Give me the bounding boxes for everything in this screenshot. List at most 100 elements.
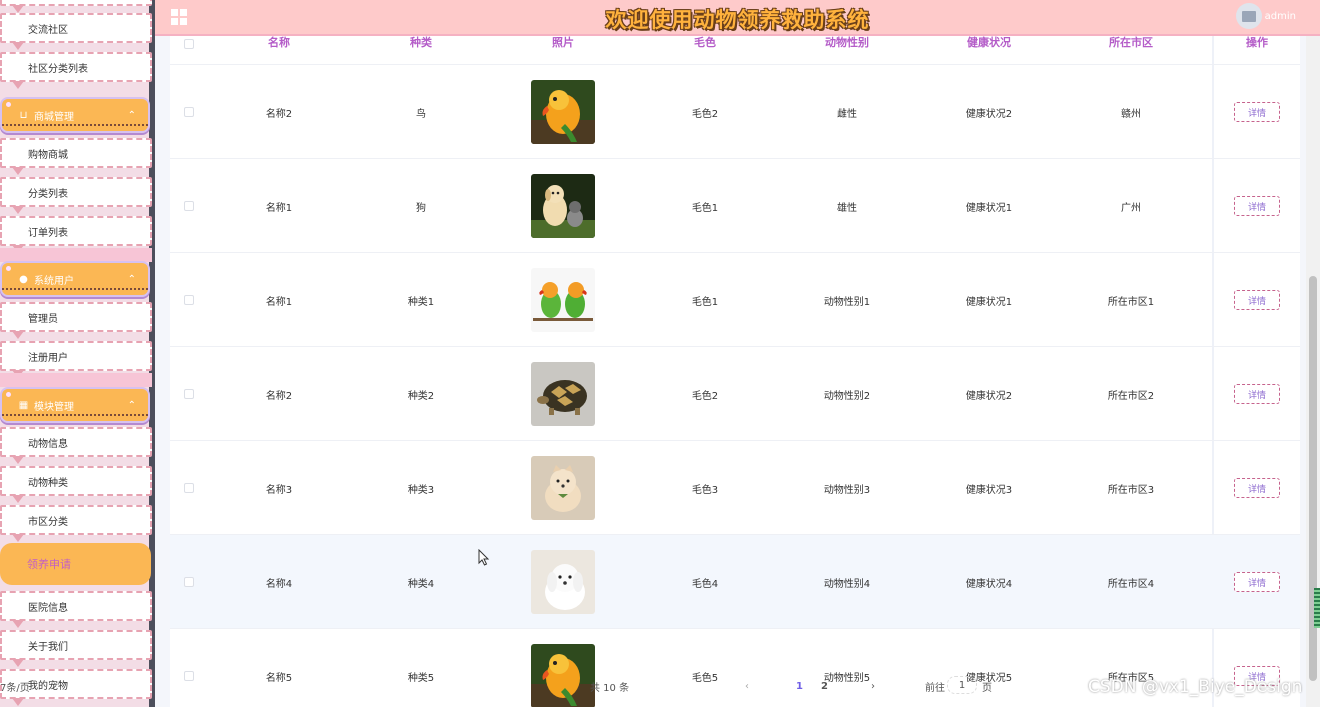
row-checkbox[interactable] [184, 483, 194, 493]
sidebar-group-system-users[interactable]: ● 系统用户 ⌃ [0, 261, 150, 297]
user-name[interactable]: admin [1265, 11, 1296, 22]
sidebar-item-adoption-apply[interactable]: 领养申请 [0, 543, 151, 585]
mouse-cursor-icon [478, 549, 490, 566]
cell-kind: 种类4 [407, 578, 435, 590]
next-page-button[interactable]: › [871, 676, 875, 696]
table-header: 名称 种类 照片 毛色 动物性别 健康状况 所在市区 操作 [170, 36, 1300, 65]
goto-page-input[interactable]: 1 [947, 676, 977, 694]
page-suffix-label: 页 [982, 682, 992, 694]
cell-kind: 种类5 [407, 672, 435, 684]
column-header-kind[interactable]: 种类 [351, 36, 491, 65]
tortoise-photo[interactable] [531, 362, 595, 426]
column-header-health[interactable]: 健康状况 [919, 36, 1059, 65]
row-checkbox[interactable] [184, 107, 194, 117]
detail-button[interactable]: 详情 [1234, 196, 1280, 216]
cell-city: 所在市区2 [1107, 390, 1155, 402]
row-checkbox[interactable] [184, 671, 194, 681]
detail-button[interactable]: 详情 [1234, 102, 1280, 122]
sidebar-item-animal-kind[interactable]: 动物种类 [0, 466, 152, 503]
row-checkbox[interactable] [184, 389, 194, 399]
sidebar-item-label: 交流社区 [28, 24, 68, 36]
sidebar-item-label: 管理员 [28, 313, 58, 325]
image-icon [1242, 10, 1256, 22]
cell-fur: 毛色1 [691, 296, 719, 308]
avatar[interactable] [1236, 3, 1262, 29]
sidebar-item-hospital-info[interactable]: 医院信息 [0, 591, 152, 628]
sidebar-group-label: 模块管理 [34, 401, 74, 413]
sidebar-group-modules[interactable]: ▦ 模块管理 ⌃ [0, 387, 150, 423]
cell-health: 健康状况1 [965, 296, 1013, 308]
puppies-photo[interactable] [531, 174, 595, 238]
page-number-2[interactable]: 2 [821, 676, 828, 696]
sidebar-item-animal-info[interactable]: 动物信息 [0, 427, 152, 464]
detail-button[interactable]: 详情 [1234, 384, 1280, 404]
chevron-up-icon: ⌃ [127, 400, 136, 411]
cell-actions: 详情 [1214, 535, 1300, 629]
page-number-1[interactable]: 1 [796, 676, 803, 696]
sidebar-item-shop-mall[interactable]: 购物商城 [0, 138, 152, 175]
cell-photo [493, 65, 633, 159]
column-header-name[interactable]: 名称 [209, 36, 349, 65]
prev-page-button[interactable]: ‹ [745, 676, 749, 696]
column-header-city[interactable]: 所在市区 [1061, 36, 1201, 65]
select-all-cell [182, 36, 196, 65]
table-row[interactable]: 名称1 种类1 毛色1 动物性别1 健康状况1 所在市区1 详情 [170, 253, 1300, 347]
sidebar-item-label: 分类列表 [28, 188, 68, 200]
maltese-photo[interactable] [531, 550, 595, 614]
sidebar: 交流社区 社区分类列表 ⊔ 商城管理 ⌃ 购物商城 分类列表 订单列表 ● 系统… [0, 0, 155, 707]
row-checkbox[interactable] [184, 295, 194, 305]
table-row[interactable]: 名称2 种类2 毛色2 动物性别2 健康状况2 所在市区2 详情 [170, 347, 1300, 441]
cell-actions: 详情 [1214, 65, 1300, 159]
table-row[interactable]: 名称2 鸟 毛色2 雌性 健康状况2 赣州 详情 [170, 65, 1300, 159]
cell-name: 名称2 [265, 108, 293, 120]
sidebar-item-community-category[interactable]: 社区分类列表 [0, 52, 152, 89]
table-row[interactable]: 名称3 种类3 毛色3 动物性别3 健康状况3 所在市区3 详情 [170, 441, 1300, 535]
column-header-photo[interactable]: 照片 [493, 36, 633, 65]
cell-fur: 毛色5 [691, 672, 719, 684]
dot-decoration [6, 102, 11, 107]
sidebar-item-category-list[interactable]: 分类列表 [0, 177, 152, 214]
cell-kind: 种类2 [407, 390, 435, 402]
wave-decoration [2, 123, 148, 126]
pomeranian-photo[interactable] [531, 456, 595, 520]
sidebar-group-shop[interactable]: ⊔ 商城管理 ⌃ [0, 97, 150, 133]
select-all-checkbox[interactable] [184, 39, 194, 49]
cell-actions: 详情 [1214, 253, 1300, 347]
sidebar-item-community[interactable]: 交流社区 [0, 13, 152, 50]
cell-fur: 毛色4 [691, 578, 719, 590]
cell-fur: 毛色2 [691, 390, 719, 402]
cell-sex: 雄性 [837, 202, 857, 214]
column-header-sex[interactable]: 动物性别 [777, 36, 917, 65]
sidebar-item-registered-users[interactable]: 注册用户 [0, 341, 152, 378]
cell-sex: 雌性 [837, 108, 857, 120]
detail-button[interactable]: 详情 [1234, 290, 1280, 310]
lovebirds-photo[interactable] [531, 268, 595, 332]
sidebar-item-label: 订单列表 [28, 227, 68, 239]
parrot-photo[interactable] [531, 80, 595, 144]
table-row[interactable]: 名称1 狗 毛色1 雄性 健康状况1 广州 详情 [170, 159, 1300, 253]
cell-name: 名称2 [265, 390, 293, 402]
row-checkbox[interactable] [184, 577, 194, 587]
sidebar-item-order-list[interactable]: 订单列表 [0, 216, 152, 253]
column-header-actions: 操作 [1246, 36, 1268, 49]
cell-fur: 毛色1 [691, 202, 719, 214]
sidebar-group-label: 系统用户 [34, 275, 74, 287]
sidebar-item-admin[interactable]: 管理员 [0, 302, 152, 339]
detail-button[interactable]: 详情 [1234, 572, 1280, 592]
column-header-fur[interactable]: 毛色 [635, 36, 775, 65]
parrot-photo[interactable] [531, 644, 595, 707]
grid-icon: ▦ [18, 399, 29, 411]
table-row[interactable]: 名称4 种类4 毛色4 动物性别4 健康状况4 所在市区4 详情 [170, 535, 1300, 629]
cell-photo [493, 159, 633, 253]
cell-kind: 种类3 [407, 484, 435, 496]
sidebar-item-city-category[interactable]: 市区分类 [0, 505, 152, 542]
cell-sex: 动物性别3 [823, 484, 871, 496]
cell-photo [493, 535, 633, 629]
row-checkbox[interactable] [184, 201, 194, 211]
page-size-select[interactable]: 7条/页 [0, 676, 30, 696]
detail-button[interactable]: 详情 [1234, 478, 1280, 498]
sidebar-item-about-us[interactable]: 关于我们 [0, 630, 152, 667]
sidebar-group-label: 商城管理 [34, 111, 74, 123]
cell-health: 健康状况4 [965, 578, 1013, 590]
cell-city: 所在市区4 [1107, 578, 1155, 590]
